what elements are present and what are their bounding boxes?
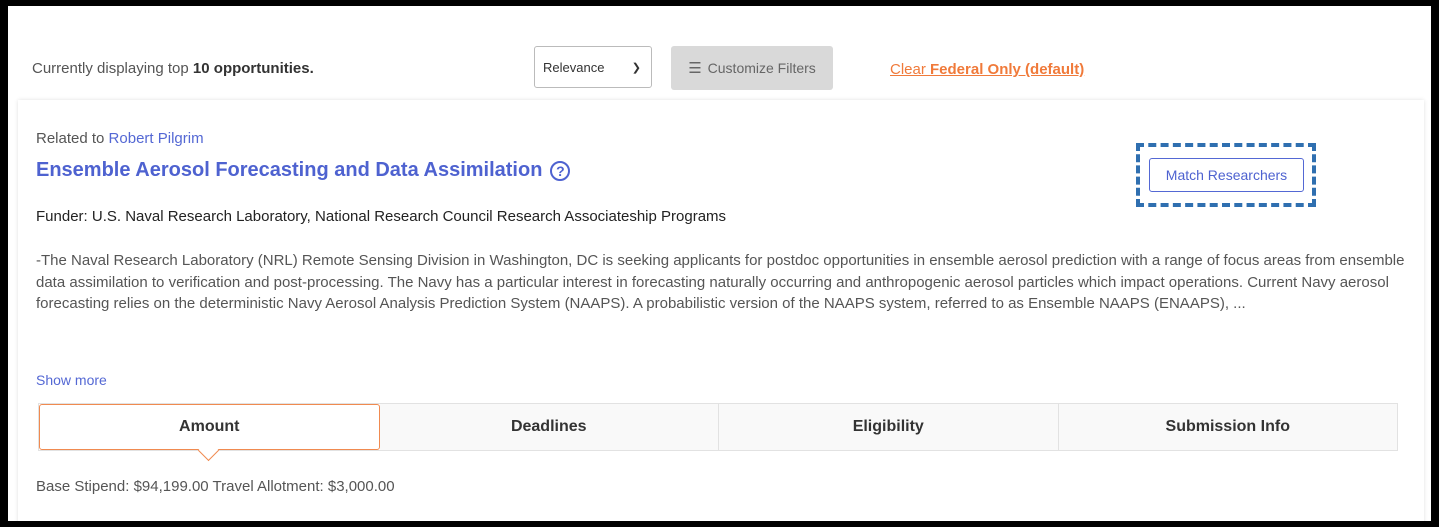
tab-deadlines[interactable]: Deadlines bbox=[379, 404, 719, 450]
related-to: Related to Robert Pilgrim bbox=[36, 130, 204, 147]
chevron-down-icon: ❯ bbox=[631, 62, 641, 74]
clear-filter-link[interactable]: Clear Federal Only (default) bbox=[890, 61, 1084, 78]
show-more-link[interactable]: Show more bbox=[36, 372, 107, 388]
opportunity-description: -The Naval Research Laboratory (NRL) Rem… bbox=[36, 252, 1405, 312]
customize-filters-button[interactable]: ☰ Customize Filters bbox=[671, 46, 833, 90]
clear-prefix: Clear bbox=[890, 61, 931, 78]
detail-tabs: Amount Deadlines Eligibility Submission … bbox=[38, 403, 1398, 451]
sliders-icon: ☰ bbox=[688, 60, 702, 77]
summary-suffix: opportunities. bbox=[209, 60, 314, 77]
question-circle-icon[interactable]: ? bbox=[550, 160, 571, 181]
opportunity-title-text[interactable]: Ensemble Aerosol Forecasting and Data As… bbox=[36, 159, 542, 182]
summary-prefix: Currently displaying top bbox=[32, 60, 193, 77]
funder-text: Funder: U.S. Naval Research Laboratory, … bbox=[36, 208, 727, 225]
opportunity-title: Ensemble Aerosol Forecasting and Data As… bbox=[36, 159, 571, 182]
related-researcher-link[interactable]: Robert Pilgrim bbox=[109, 130, 204, 147]
app-frame: Currently displaying top 10 opportunitie… bbox=[8, 6, 1431, 521]
amount-details: Base Stipend: $94,199.00 Travel Allotmen… bbox=[36, 478, 395, 495]
match-researchers-button[interactable]: Match Researchers bbox=[1149, 158, 1304, 192]
sort-select-value: Relevance bbox=[543, 59, 605, 75]
summary-count: 10 bbox=[192, 60, 210, 77]
customize-filters-label: Customize Filters bbox=[707, 60, 816, 76]
sort-select[interactable]: Relevance ❯ bbox=[534, 46, 652, 88]
results-summary: Currently displaying top 10 opportunitie… bbox=[32, 60, 314, 77]
tab-amount[interactable]: Amount bbox=[39, 404, 380, 450]
clear-filter-name: Federal Only (default) bbox=[930, 61, 1085, 78]
tab-eligibility[interactable]: Eligibility bbox=[719, 404, 1059, 450]
tab-submission-info[interactable]: Submission Info bbox=[1058, 404, 1397, 450]
related-prefix: Related to bbox=[36, 130, 109, 147]
